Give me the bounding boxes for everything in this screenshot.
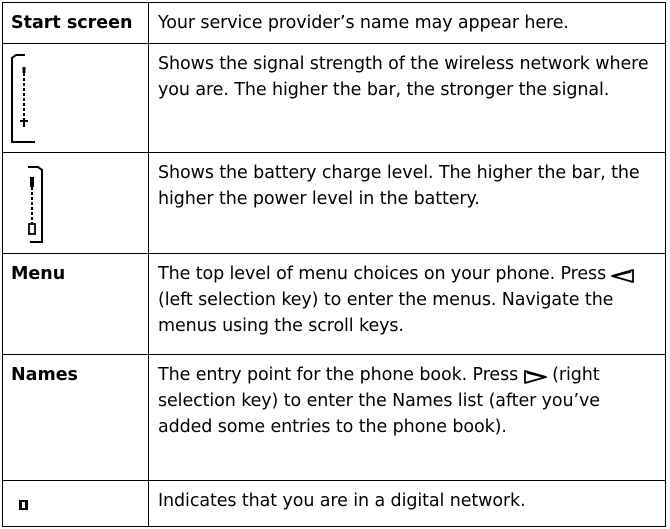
row-description: Your service provider’s name may appear … bbox=[158, 13, 569, 33]
table-row: Indicates that you are in a digital netw… bbox=[2, 480, 666, 527]
left-selection-key-icon bbox=[610, 266, 636, 283]
row-label: Names bbox=[11, 365, 78, 385]
table-row: Shows the battery charge level. The high… bbox=[2, 152, 666, 254]
row-description-before: The entry point for the phone book. Pres… bbox=[158, 365, 519, 385]
row-description-after: (left selection key) to enter the menus.… bbox=[158, 290, 614, 336]
row-label: Start screen bbox=[11, 13, 133, 33]
label-cell: Menu bbox=[2, 253, 149, 355]
table-row: Shows the signal strength of the wireles… bbox=[2, 43, 666, 153]
description-cell: The top level of menu choices on your ph… bbox=[148, 253, 666, 355]
description-cell: Shows the battery charge level. The high… bbox=[148, 152, 666, 254]
icon-cell bbox=[2, 152, 149, 254]
battery-level-icon bbox=[3, 153, 148, 253]
indicator-table: Start screen Your service provider’s nam… bbox=[2, 2, 666, 527]
right-selection-key-icon bbox=[522, 367, 548, 384]
description-cell: Shows the signal strength of the wireles… bbox=[148, 43, 666, 153]
icon-cell bbox=[2, 43, 149, 153]
table-row: Menu The top level of menu choices on yo… bbox=[2, 253, 666, 355]
description-cell: Your service provider’s name may appear … bbox=[148, 2, 666, 44]
icon-cell bbox=[2, 480, 149, 527]
row-description: Indicates that you are in a digital netw… bbox=[158, 491, 526, 511]
row-description: Shows the battery charge level. The high… bbox=[158, 163, 640, 209]
table-row: Start screen Your service provider’s nam… bbox=[2, 2, 666, 44]
row-description: Shows the signal strength of the wireles… bbox=[158, 54, 649, 100]
description-cell: Indicates that you are in a digital netw… bbox=[148, 480, 666, 527]
digital-network-icon bbox=[3, 481, 148, 525]
label-cell: Start screen bbox=[2, 2, 149, 44]
signal-strength-icon bbox=[3, 44, 148, 148]
row-description-before: The top level of menu choices on your ph… bbox=[158, 264, 607, 284]
row-label: Menu bbox=[11, 264, 66, 284]
table-row: Names The entry point for the phone book… bbox=[2, 354, 666, 481]
label-cell: Names bbox=[2, 354, 149, 481]
description-cell: The entry point for the phone book. Pres… bbox=[148, 354, 666, 481]
